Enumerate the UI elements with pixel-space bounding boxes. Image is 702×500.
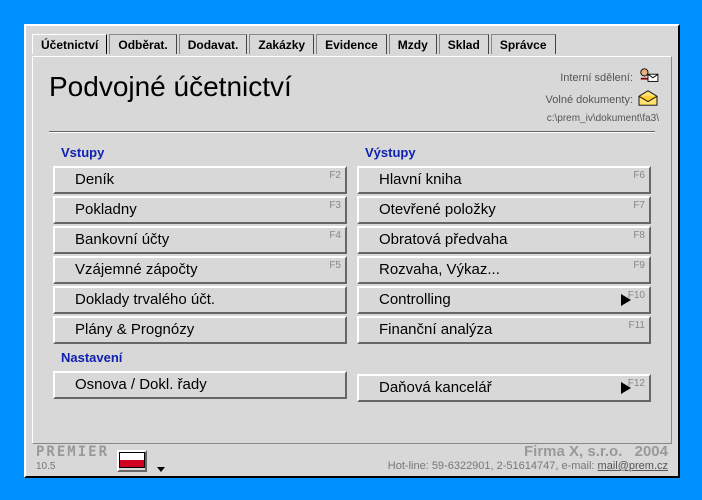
person-mail-icon[interactable] (637, 67, 659, 89)
vstupy-button-label: Plány & Prognózy (75, 321, 194, 338)
divider (49, 131, 655, 133)
tab-odberat[interactable]: Odběrat. (109, 34, 176, 54)
vstupy-button-4[interactable]: Doklady trvalého účt. (53, 286, 347, 314)
tab-sklad[interactable]: Sklad (439, 34, 489, 54)
fkey-hint: F9 (633, 260, 645, 271)
version-label: 10.5 (36, 461, 55, 472)
col-left: Vstupy Deník F2 Pokladny F3 Bankovní účty F4 V… (53, 141, 347, 404)
vystupy-button-label: Otevřené položky (379, 201, 496, 218)
section-title-nastaveni: Nastavení (53, 346, 347, 369)
fkey-hint: F5 (329, 260, 341, 271)
hotline-text: Hot-line: 59-6322901, 2-51614747, e-mail… (388, 460, 598, 472)
vystupy-button-4[interactable]: Controlling F10 (357, 286, 651, 314)
fkey-hint: F4 (329, 230, 341, 241)
vstupy-button-0[interactable]: Deník F2 (53, 166, 347, 194)
vstupy-button-3[interactable]: Vzájemné zápočty F5 (53, 256, 347, 284)
fkey-hint: F7 (633, 200, 645, 211)
vstupy-button-label: Vzájemné zápočty (75, 261, 198, 278)
vstupy-button-label: Pokladny (75, 201, 137, 218)
fkey-hint: F6 (633, 170, 645, 181)
nastaveni-button-label: Osnova / Dokl. řady (75, 376, 207, 393)
brand-logo: PREMIER (36, 444, 109, 460)
vystupy-button-label: Rozvaha, Výkaz... (379, 261, 500, 278)
vystupy-button-label: Controlling (379, 291, 451, 308)
interni-label: Interní sdělení: (560, 71, 633, 85)
vstupy-button-1[interactable]: Pokladny F3 (53, 196, 347, 224)
vystupy-button-1[interactable]: Otevřené položky F7 (357, 196, 651, 224)
vystupy-button-5[interactable]: Finanční analýza F11 (357, 316, 651, 344)
firm-name: Firma X, s.r.o. (524, 443, 622, 460)
tab-bar: ÚčetnictvíOdběrat.Dodavat.ZakázkyEvidenc… (26, 26, 678, 54)
footer-bar: PREMIER 10.5 Firma X, s.r.o. 2004 Hot-li… (26, 440, 678, 476)
volne-label: Volné dokumenty: (546, 93, 633, 107)
chevron-down-icon (157, 467, 165, 472)
vystupy-button-label: Finanční analýza (379, 321, 492, 338)
vstupy-button-label: Deník (75, 171, 114, 188)
vystupy-button-0[interactable]: Hlavní kniha F6 (357, 166, 651, 194)
fkey-hint: F11 (629, 320, 646, 331)
vystupy-button-3[interactable]: Rozvaha, Výkaz... F9 (357, 256, 651, 284)
danova-button-0[interactable]: Daňová kancelář F12 (357, 374, 651, 402)
page-title: Podvojné účetnictví (49, 71, 292, 103)
main-panel: Podvojné účetnictví Interní sdělení: Vol… (32, 56, 672, 444)
fkey-hint: F3 (329, 200, 341, 211)
vystupy-button-label: Obratová předvaha (379, 231, 507, 248)
vstupy-button-label: Doklady trvalého účt. (75, 291, 215, 308)
fkey-hint: F8 (633, 230, 645, 241)
mail-link[interactable]: mail@prem.cz (598, 460, 668, 472)
header-info: Interní sdělení: Volné dokumenty: c:\pre… (546, 65, 659, 125)
firm-year: 2004 (635, 443, 668, 460)
tab-spravce[interactable]: Správce (491, 34, 556, 54)
fkey-hint: F10 (628, 290, 645, 301)
col-right: Výstupy Hlavní kniha F6 Otevřené položky F7… (357, 141, 651, 404)
folder-home-icon[interactable] (637, 89, 659, 111)
section-title-vystupy: Výstupy (357, 141, 651, 164)
tab-dodavat[interactable]: Dodavat. (179, 34, 248, 54)
vystupy-button-2[interactable]: Obratová předvaha F8 (357, 226, 651, 254)
vstupy-button-5[interactable]: Plány & Prognózy (53, 316, 347, 344)
path-label: c:\prem_iv\dokument\fa3\ (546, 112, 659, 125)
fkey-hint: F12 (628, 378, 645, 389)
tab-ucetnictvi[interactable]: Účetnictví (32, 34, 107, 54)
tab-mzdy[interactable]: Mzdy (389, 34, 437, 54)
vstupy-button-2[interactable]: Bankovní účty F4 (53, 226, 347, 254)
nastaveni-button-0[interactable]: Osnova / Dokl. řady (53, 371, 347, 399)
language-flag-dropdown[interactable] (117, 450, 147, 472)
tab-evidence[interactable]: Evidence (316, 34, 387, 54)
vstupy-button-label: Bankovní účty (75, 231, 169, 248)
section-title-vstupy: Vstupy (53, 141, 347, 164)
danova-button-label: Daňová kancelář (379, 379, 492, 396)
app-window: ÚčetnictvíOdběrat.Dodavat.ZakázkyEvidenc… (24, 24, 680, 478)
vystupy-button-label: Hlavní kniha (379, 171, 462, 188)
fkey-hint: F2 (329, 170, 341, 181)
tab-zakazky[interactable]: Zakázky (249, 34, 314, 54)
